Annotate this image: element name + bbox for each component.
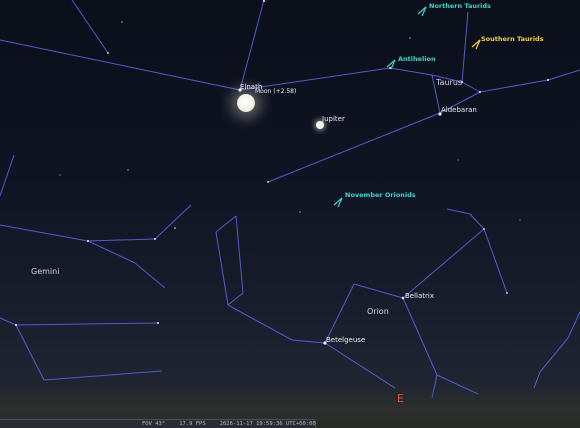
star [299,211,301,213]
constellation-line [215,231,229,306]
star [409,37,411,39]
constellation-line [215,215,237,233]
star [506,292,508,294]
constellation-line [71,0,109,54]
star [15,324,17,326]
label-constellation-gemini: Gemini [31,267,60,276]
star [479,91,481,93]
star [457,159,459,161]
constellation-line [227,292,244,306]
constellation-line [15,322,159,326]
star-bellatrix [401,296,405,300]
label-antihelion: Antihelion [398,55,436,63]
constellation-line [154,204,192,240]
constellation-line [469,213,485,230]
label-november-orionids: November Orionids [345,191,416,199]
constellation-line [324,283,355,344]
constellation-line [291,339,326,344]
northern-taurids-radiant [417,6,427,17]
constellation-line [0,39,241,91]
star [267,181,269,183]
constellation-line [483,228,508,294]
star [154,238,156,240]
constellation-line [389,67,433,76]
label-aldebaran: Aldebaran [441,106,477,114]
constellation-line [567,311,580,339]
cardinal-east: E [397,392,404,405]
november-orionids-radiant [333,197,343,208]
label-moon: Moon (+2.58) [255,88,297,95]
constellation-line [43,370,163,381]
constellation-line [547,69,580,81]
star [59,174,61,176]
constellation-line [87,240,136,264]
label-northern-taurids: Northern Taurids [429,2,491,10]
star [389,67,391,69]
label-bellatrix: Bellatrix [405,292,434,300]
constellation-lines [0,0,580,399]
star [157,322,159,324]
constellation-line [0,317,17,326]
constellation-line [539,337,569,373]
star [87,240,89,242]
label-betelgeuse: Betelgeuse [326,336,366,344]
label-constellation-orion: Orion [367,307,389,316]
label-constellation-taurus: Taurus [436,78,463,87]
constellation-line [0,154,15,197]
fov-readout: FOV 43° [142,421,166,427]
sky-view[interactable]: Elnath Moon (+2.58) Jupiter Aldebaran Be… [0,0,580,428]
star [263,0,265,2]
constellation-line [324,342,396,389]
constellation-line [15,324,45,381]
constellation-line [479,79,549,93]
constellation-line [239,67,391,91]
constellation-line [461,11,469,83]
star [121,21,123,23]
star [127,169,129,171]
label-jupiter: Jupiter [322,115,345,123]
fps-readout: 17.9 FPS [179,421,206,427]
constellation-line [134,262,166,289]
constellation-line [402,297,438,376]
status-bar: FOV 43° 17.9 FPS 2026-11-17 19:59:36 UTC… [0,419,316,428]
constellation-line [353,283,404,299]
star [519,219,521,221]
constellation-line [461,81,481,93]
constellation-line [235,215,244,294]
star [174,227,176,229]
moon[interactable] [237,94,255,112]
constellation-line [87,238,156,242]
constellation-line [239,0,265,91]
label-southern-taurids: Southern Taurids [481,35,544,43]
constellation-line [446,208,471,215]
antihelion-radiant [386,59,396,70]
star [547,79,549,81]
datetime-readout[interactable]: 2026-11-17 19:59:36 UTC+00:00 [220,421,316,427]
constellation-line [402,228,485,299]
constellation-line [0,224,89,242]
star [483,228,485,230]
southern-taurids-radiant [471,39,481,50]
constellation-line [267,112,441,183]
constellation-line [227,304,293,341]
star [107,52,109,54]
